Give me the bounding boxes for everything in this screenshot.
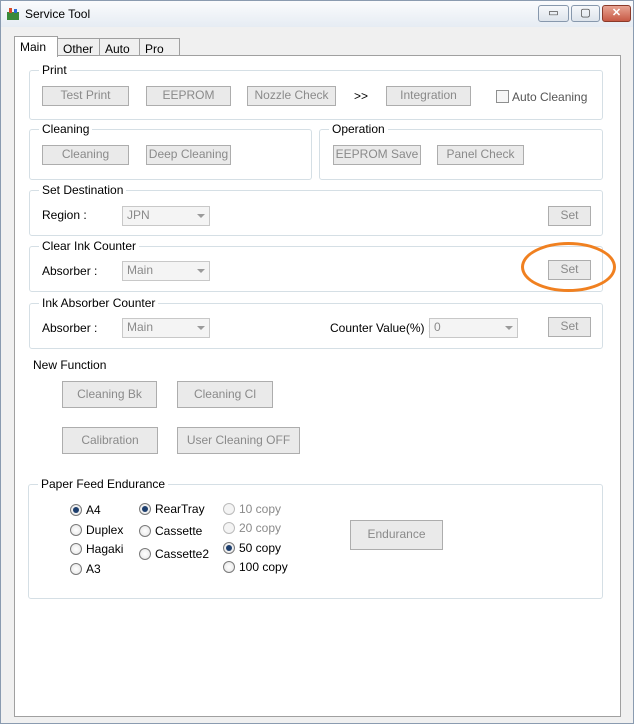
- counter-value-select[interactable]: 0: [429, 318, 518, 338]
- maximize-button[interactable]: ▢: [571, 5, 600, 22]
- tab-auto[interactable]: Auto: [99, 38, 140, 56]
- window-title: Service Tool: [25, 7, 91, 21]
- ink-absorber-counter-group: Ink Absorber Counter Absorber : Main Cou…: [29, 296, 603, 349]
- radio-duplex-label: Duplex: [86, 523, 124, 537]
- minimize-button[interactable]: ▭: [538, 5, 569, 22]
- arrow-label: >>: [354, 89, 369, 103]
- test-print-button[interactable]: Test Print: [42, 86, 129, 106]
- app-icon: [7, 8, 19, 20]
- region-label: Region :: [42, 208, 87, 222]
- clear-absorber-value: Main: [127, 263, 154, 277]
- clear-ink-counter-group: Clear Ink Counter Absorber : Main Set: [29, 239, 603, 292]
- user-cleaning-off-button[interactable]: User Cleaning OFF: [177, 427, 300, 454]
- highlight-circle: [521, 242, 616, 292]
- service-tool-window: Service Tool ▭ ▢ ✕ Main Other Auto Pro P…: [0, 0, 634, 724]
- radio-cassette2-label: Cassette2: [155, 547, 210, 561]
- deep-cleaning-button[interactable]: Deep Cleaning: [146, 145, 231, 165]
- calibration-button[interactable]: Calibration: [62, 427, 158, 454]
- main-tab-panel: Print Test Print EEPROM Nozzle Check >> …: [14, 55, 621, 717]
- chevron-down-icon: [505, 326, 513, 330]
- radio-duplex[interactable]: [70, 524, 82, 536]
- radio-hagaki[interactable]: [70, 543, 82, 555]
- tab-main[interactable]: Main: [14, 36, 58, 57]
- cleaning-bk-button[interactable]: Cleaning Bk: [62, 381, 157, 408]
- radio-hagaki-label: Hagaki: [86, 542, 124, 556]
- radio-cassette-label: Cassette: [155, 524, 203, 538]
- counter-value-label: Counter Value(%) :: [330, 321, 432, 335]
- absorber-value: Main: [127, 320, 154, 334]
- cleaning-cl-button[interactable]: Cleaning Cl: [177, 381, 273, 408]
- radio-20-copy[interactable]: [223, 522, 235, 534]
- integration-button[interactable]: Integration: [386, 86, 471, 106]
- tab-pro[interactable]: Pro: [139, 38, 180, 56]
- region-select[interactable]: JPN: [122, 206, 210, 226]
- cleaning-group-label: Cleaning: [39, 122, 93, 136]
- eeprom-save-button[interactable]: EEPROM Save: [333, 145, 421, 165]
- print-group-label: Print: [39, 63, 70, 77]
- radio-10-copy-label: 10 copy: [239, 502, 282, 516]
- print-group: Print Test Print EEPROM Nozzle Check >> …: [29, 63, 603, 120]
- panel-check-button[interactable]: Panel Check: [437, 145, 524, 165]
- radio-100-copy[interactable]: [223, 561, 235, 573]
- radio-100-copy-label: 100 copy: [239, 560, 288, 574]
- cleaning-group: Cleaning Cleaning Deep Cleaning: [29, 122, 312, 180]
- set-destination-set-button[interactable]: Set: [548, 206, 591, 226]
- endurance-button[interactable]: Endurance: [350, 520, 443, 550]
- radio-50-copy[interactable]: [223, 542, 235, 554]
- paper-feed-endurance-group: Paper Feed Endurance A4 Duplex Hagaki A3…: [28, 477, 603, 599]
- radio-a3[interactable]: [70, 563, 82, 575]
- cleaning-button[interactable]: Cleaning: [42, 145, 129, 165]
- tab-other[interactable]: Other: [57, 38, 100, 56]
- radio-10-copy[interactable]: [223, 503, 235, 515]
- ink-absorber-set-button[interactable]: Set: [548, 317, 591, 337]
- absorber-select[interactable]: Main: [122, 318, 210, 338]
- eeprom-button[interactable]: EEPROM: [146, 86, 231, 106]
- auto-cleaning-label: Auto Cleaning: [512, 90, 588, 104]
- radio-a4-label: A4: [86, 503, 101, 517]
- chevron-down-icon: [197, 326, 205, 330]
- new-function-label: New Function: [33, 358, 107, 372]
- clear-ink-counter-group-label: Clear Ink Counter: [39, 239, 140, 253]
- paper-feed-endurance-group-label: Paper Feed Endurance: [38, 477, 169, 491]
- absorber-label: Absorber :: [42, 264, 98, 278]
- title-bar: Service Tool ▭ ▢ ✕: [1, 1, 633, 27]
- set-destination-group: Set Destination Region : JPN Set: [29, 183, 603, 236]
- region-value: JPN: [127, 208, 150, 222]
- radio-reartray[interactable]: [139, 503, 151, 515]
- radio-cassette[interactable]: [139, 525, 151, 537]
- absorber-label: Absorber :: [42, 321, 98, 335]
- radio-cassette2[interactable]: [139, 548, 151, 560]
- operation-group-label: Operation: [329, 122, 388, 136]
- chevron-down-icon: [197, 214, 205, 218]
- ink-absorber-counter-group-label: Ink Absorber Counter: [39, 296, 159, 310]
- set-destination-group-label: Set Destination: [39, 183, 127, 197]
- radio-a4[interactable]: [70, 504, 82, 516]
- close-button[interactable]: ✕: [602, 5, 631, 22]
- clear-absorber-select[interactable]: Main: [122, 261, 210, 281]
- radio-reartray-label: RearTray: [155, 502, 205, 516]
- radio-a3-label: A3: [86, 562, 101, 576]
- chevron-down-icon: [197, 269, 205, 273]
- radio-50-copy-label: 50 copy: [239, 541, 282, 555]
- radio-20-copy-label: 20 copy: [239, 521, 282, 535]
- counter-value: 0: [434, 320, 441, 334]
- operation-group: Operation EEPROM Save Panel Check: [319, 122, 603, 180]
- auto-cleaning-checkbox[interactable]: [496, 90, 509, 103]
- nozzle-check-button[interactable]: Nozzle Check: [247, 86, 336, 106]
